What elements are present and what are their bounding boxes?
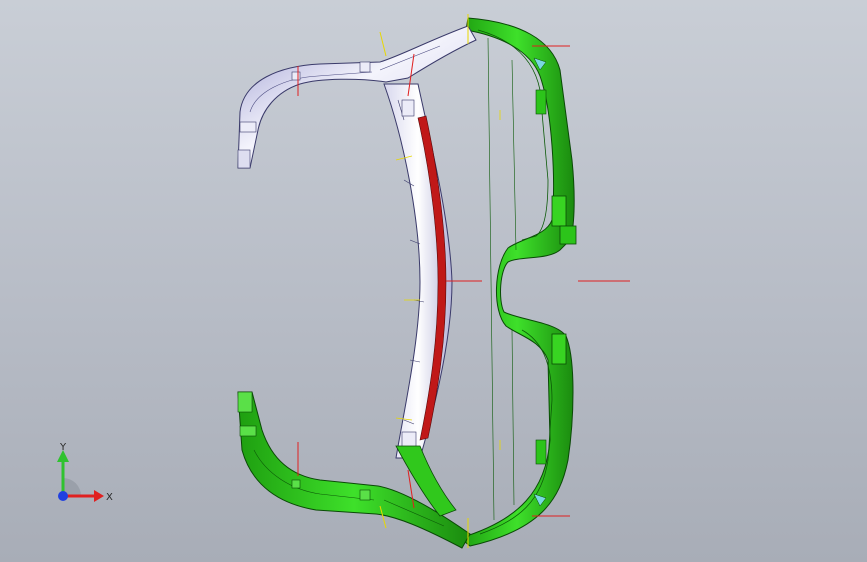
center-beam-part[interactable] <box>383 83 453 459</box>
lower-arm-part[interactable] <box>237 391 471 549</box>
upper-arm-part[interactable] <box>237 25 477 169</box>
cad-model-view[interactable] <box>0 0 867 562</box>
green-frame-part[interactable] <box>458 17 577 547</box>
graphics-viewport[interactable]: Y X <box>0 0 867 562</box>
z-axis-dot <box>58 491 68 501</box>
x-axis-arrowhead <box>94 490 104 502</box>
coordinate-triad: Y X <box>57 442 113 503</box>
reference-lines <box>297 14 630 548</box>
x-axis-label: X <box>106 492 113 503</box>
y-axis-label: Y <box>59 442 67 453</box>
